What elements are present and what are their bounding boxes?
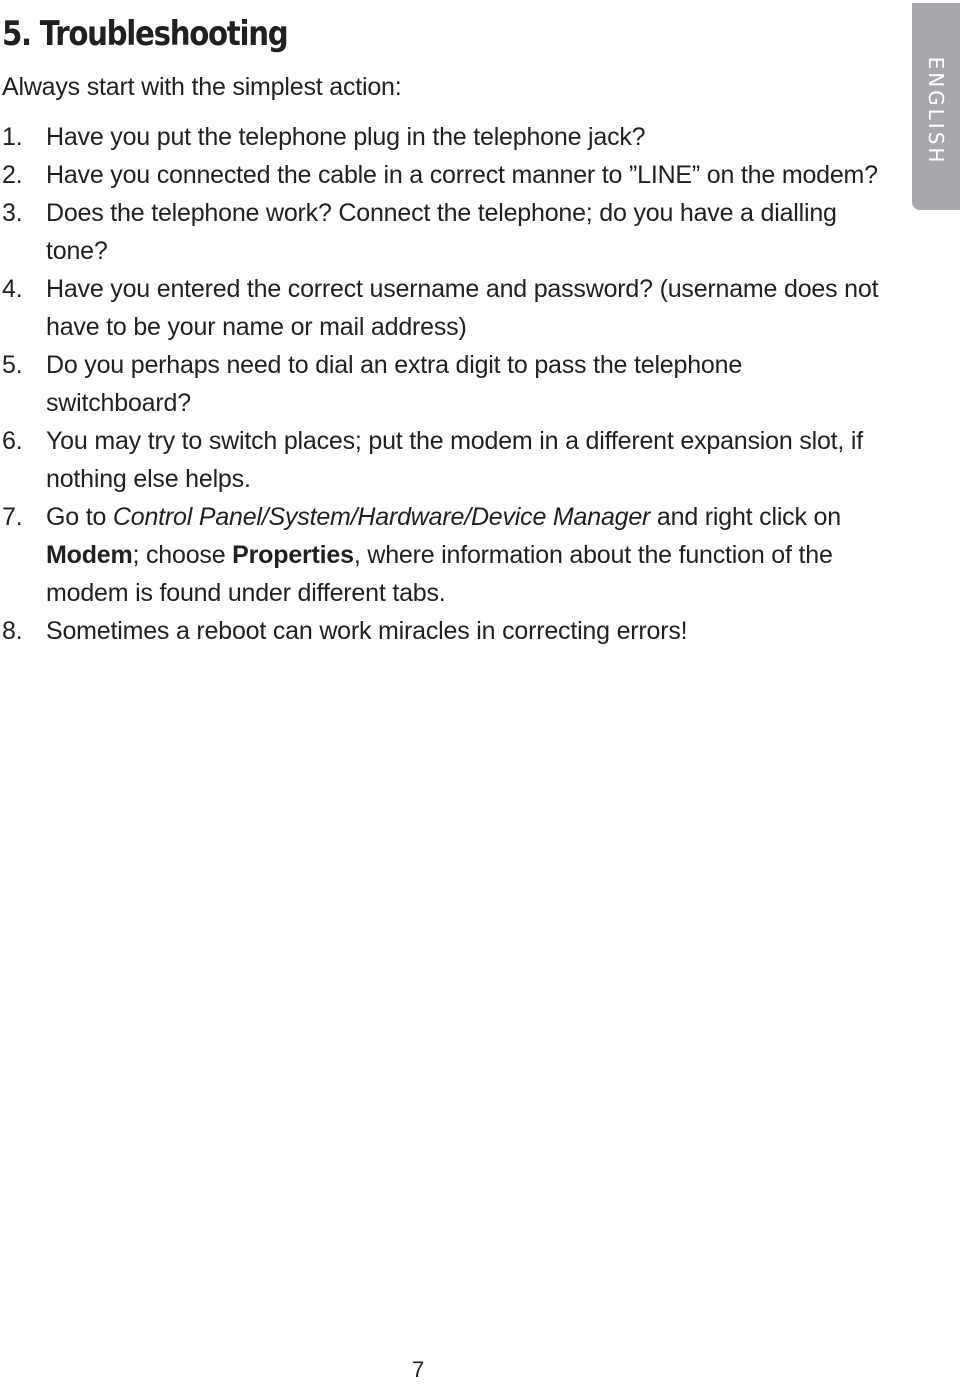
step-text: Have you entered the correct username an… <box>46 275 879 341</box>
properties-term: Properties <box>232 541 354 569</box>
language-tab-label: ENGLISH <box>924 56 948 166</box>
page-number: 7 <box>412 1357 425 1382</box>
step-text-segment: ; choose <box>132 541 233 569</box>
step-item: 5. Do you perhaps need to dial an extra d… <box>0 346 880 422</box>
step-text: Do you perhaps need to dial an extra dig… <box>46 351 743 417</box>
section-heading: 5. Troubleshooting <box>2 14 289 54</box>
language-tab: ENGLISH <box>912 3 960 210</box>
modem-term: Modem <box>46 541 133 569</box>
step-text: You may try to switch places; put the mo… <box>46 427 863 493</box>
step-item: 3. Does the telephone work? Connect the t… <box>0 194 880 270</box>
step-item: 7. Go to Control Panel/System/Hardware/De… <box>0 498 880 612</box>
step-text: Does the telephone work? Connect the tel… <box>46 199 837 265</box>
step-number: 2. <box>2 161 23 189</box>
step-number: 5. <box>2 351 23 379</box>
step-text: Have you connected the cable in a correc… <box>46 161 878 189</box>
step-number: 1. <box>2 123 23 151</box>
step-number: 6. <box>2 427 23 455</box>
step-item: 6. You may try to switch places; put the … <box>0 422 880 498</box>
step-item: 8. Sometimes a reboot can work miracles i… <box>0 612 880 650</box>
step-number: 7. <box>2 503 23 531</box>
device-manager-path: Control Panel/System/Hardware/Device Man… <box>112 503 651 531</box>
troubleshooting-steps: 1. Have you put the telephone plug in the… <box>0 118 880 650</box>
step-text-segment: and right click on <box>650 503 841 531</box>
step-number: 8. <box>2 617 23 645</box>
step-item: 4. Have you entered the correct username … <box>0 270 880 346</box>
step-text: Sometimes a reboot can work miracles in … <box>46 617 688 645</box>
intro-text: Always start with the simplest action: <box>2 73 402 101</box>
step-item: 1. Have you put the telephone plug in the… <box>0 118 880 156</box>
step-number: 4. <box>2 275 23 303</box>
step-item: 2. Have you connected the cable in a corr… <box>0 156 880 194</box>
step-number: 3. <box>2 199 23 227</box>
step-text-segment: Go to <box>46 503 113 531</box>
step-text: Have you put the telephone plug in the t… <box>46 123 646 151</box>
